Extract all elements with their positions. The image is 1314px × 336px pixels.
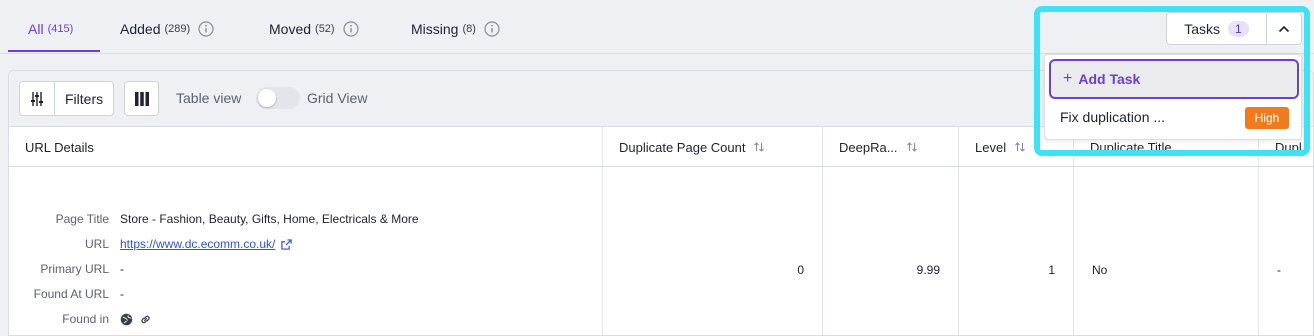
deeprank-value: 9.99 xyxy=(916,263,940,277)
tab-missing-label: Missing xyxy=(411,21,459,37)
priority-badge: High xyxy=(1245,107,1289,129)
detail-found-in: Found in xyxy=(9,309,152,329)
tasks-label: Tasks xyxy=(1184,20,1221,37)
info-icon[interactable] xyxy=(342,21,359,37)
tab-all-count: (415) xyxy=(47,23,74,35)
tab-added[interactable]: Added (289) xyxy=(120,18,214,40)
detail-label: Found At URL xyxy=(33,287,109,301)
tab-added-label: Added xyxy=(120,21,161,37)
duplicate-page-count-cell: 0 xyxy=(603,167,823,335)
level-cell: 1 xyxy=(959,167,1074,335)
detail-label: Primary URL xyxy=(40,262,109,276)
sort-icon[interactable] xyxy=(753,141,765,153)
tab-moved[interactable]: Moved (52) xyxy=(269,18,359,40)
columns-button[interactable] xyxy=(124,81,159,116)
tab-bar: All (415) Added (289) Moved (52) Missing… xyxy=(0,0,1314,54)
tab-all-label: All xyxy=(28,21,44,37)
url-link[interactable]: https://www.dc.ecomm.co.uk/ xyxy=(120,237,275,251)
found-in-value xyxy=(120,313,152,326)
tasks-count-badge: 1 xyxy=(1228,20,1249,37)
plus-icon: + xyxy=(1063,70,1073,87)
sort-icon[interactable] xyxy=(906,141,918,153)
table-view-label: Table view xyxy=(176,90,242,106)
link-icon xyxy=(141,315,150,323)
column-header-label: Level xyxy=(975,139,1007,155)
filters-button-group: Filters xyxy=(19,81,115,116)
sliders-button[interactable] xyxy=(20,82,55,115)
duplicate-title-value: No xyxy=(1092,263,1108,277)
sliders-icon xyxy=(31,91,43,106)
tab-missing[interactable]: Missing (8) xyxy=(411,18,500,40)
globe-icon xyxy=(120,313,133,325)
detail-url: URL https://www.dc.ecomm.co.uk/ xyxy=(9,234,293,254)
tasks-collapse-button[interactable] xyxy=(1266,12,1302,45)
column-header-duplicate-page-count[interactable]: Duplicate Page Count xyxy=(603,127,823,167)
info-icon[interactable] xyxy=(198,21,214,37)
tasks-dropdown: + Add Task Fix duplication ... High xyxy=(1044,54,1302,140)
tab-all[interactable]: All (415) xyxy=(28,18,73,40)
column-header-url-details[interactable]: URL Details xyxy=(9,127,603,167)
columns-icon xyxy=(134,91,149,106)
column-header-label: Duplicate Page Count xyxy=(619,139,746,155)
view-toggle[interactable] xyxy=(256,87,300,109)
dupl-value: - xyxy=(1277,263,1281,277)
grid-view-label: Grid View xyxy=(307,90,368,106)
table-row: Page Title Store - Fashion, Beauty, Gift… xyxy=(9,167,1313,335)
sort-icon[interactable] xyxy=(1014,141,1026,153)
url-value: https://www.dc.ecomm.co.uk/ xyxy=(120,237,293,251)
detail-label: Found in xyxy=(62,312,109,326)
duplicate-title-cell: No xyxy=(1074,167,1259,335)
add-task-button[interactable]: + Add Task xyxy=(1049,59,1299,99)
tab-missing-count: (8) xyxy=(462,23,476,35)
deeprank-cell: 9.99 xyxy=(823,167,959,335)
column-header-label: Duplicate Title xyxy=(1090,139,1172,155)
task-item[interactable]: Fix duplication ... xyxy=(1060,109,1165,125)
column-header-label: DeepRa... xyxy=(839,139,898,155)
url-details-cell: Page Title Store - Fashion, Beauty, Gift… xyxy=(9,167,603,335)
tasks-button[interactable]: Tasks 1 xyxy=(1166,12,1266,45)
detail-found-at-url: Found At URL - xyxy=(9,284,124,304)
detail-page-title: Page Title Store - Fashion, Beauty, Gift… xyxy=(9,209,419,229)
filters-button[interactable]: Filters xyxy=(55,82,113,115)
detail-label: URL xyxy=(84,237,109,251)
tab-moved-label: Moved xyxy=(269,21,312,37)
column-header-deeprank[interactable]: DeepRa... xyxy=(823,127,959,167)
toggle-knob xyxy=(258,89,276,107)
info-icon[interactable] xyxy=(484,21,500,37)
column-header-label: Dupl xyxy=(1275,139,1302,155)
found-at-url-value: - xyxy=(120,287,124,301)
tab-moved-count: (52) xyxy=(315,23,335,35)
primary-url-value: - xyxy=(120,262,124,276)
tab-added-count: (289) xyxy=(164,23,191,35)
column-header-label: URL Details xyxy=(25,139,94,155)
add-task-label: Add Task xyxy=(1078,71,1141,87)
external-link-icon[interactable] xyxy=(281,238,293,250)
detail-primary-url: Primary URL - xyxy=(9,259,124,279)
page-title-value: Store - Fashion, Beauty, Gifts, Home, El… xyxy=(120,212,419,226)
active-tab-indicator xyxy=(8,50,100,52)
duplicate-page-count-value: 0 xyxy=(797,263,804,277)
chevron-up-icon xyxy=(1278,25,1290,32)
level-value: 1 xyxy=(1048,263,1055,277)
detail-label: Page Title xyxy=(55,212,109,226)
dupl-cell: - xyxy=(1259,167,1313,335)
